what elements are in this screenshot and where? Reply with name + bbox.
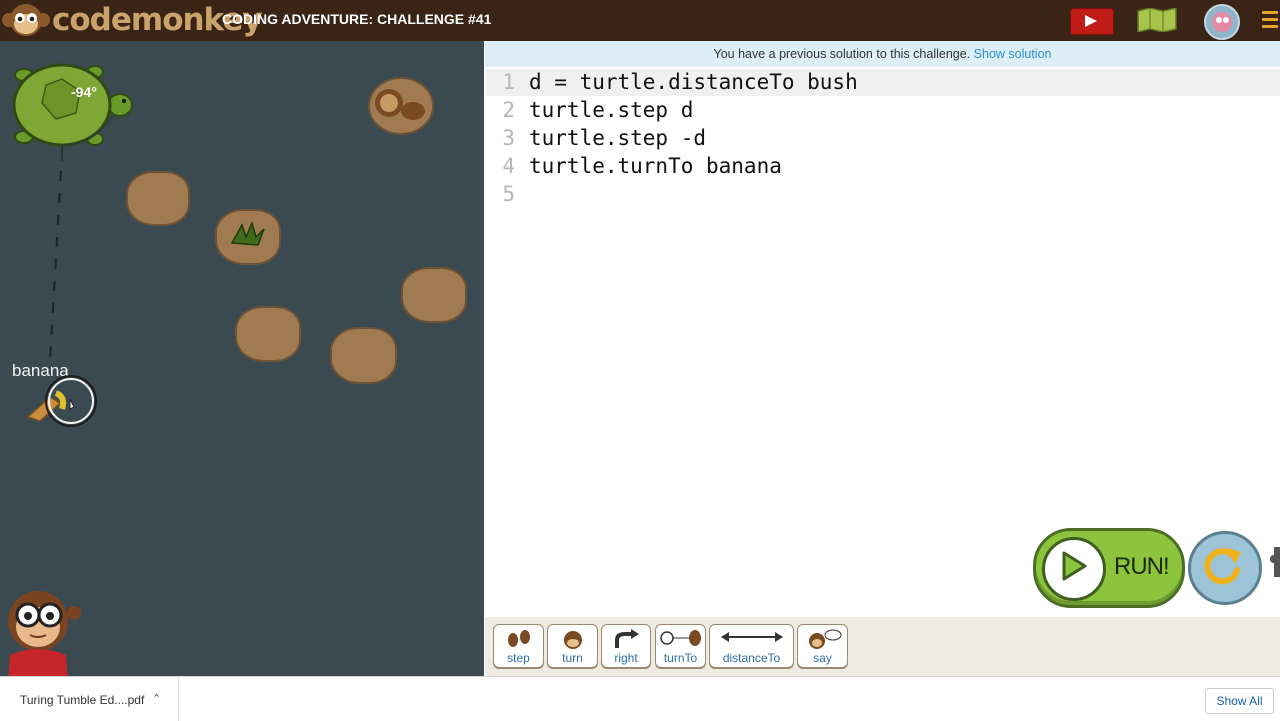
download-bar: Turing Tumble Ed....pdf ⌃ Show All [0, 676, 1280, 721]
line-number: 2 [502, 98, 515, 122]
rock [401, 267, 467, 323]
command-label: right [614, 651, 638, 665]
chevron-up-icon[interactable]: ⌃ [152, 692, 161, 705]
bush-icon [230, 220, 265, 246]
game-scene: -94° banana [0, 41, 484, 676]
command-label: say [813, 651, 832, 665]
line-number: 4 [502, 154, 515, 178]
turn-icon [563, 631, 582, 649]
command-label: turnTo [663, 651, 698, 665]
turnto-command[interactable]: turnTo [655, 624, 706, 668]
line-text[interactable]: turtle.step d [529, 96, 693, 124]
line-number: 3 [502, 126, 515, 150]
line-text[interactable]: turtle.step -d [529, 124, 706, 152]
user-avatar[interactable] [1204, 4, 1240, 40]
download-filename: Turing Tumble Ed....pdf [20, 693, 145, 707]
command-label: step [507, 651, 530, 665]
avatar-icon [1212, 12, 1232, 32]
reset-icon [1204, 548, 1241, 585]
top-bar: codemonkey CODING ADVENTURE: CHALLENGE #… [0, 0, 1280, 41]
rock [235, 306, 301, 362]
rock [126, 171, 190, 226]
path-line [49, 171, 62, 362]
run-button[interactable]: RUN! [1033, 528, 1185, 608]
map-icon [1137, 7, 1177, 33]
step-command[interactable]: step [493, 624, 544, 668]
line-text[interactable]: turtle.turnTo banana [529, 152, 782, 180]
menu-icon[interactable] [1262, 11, 1278, 32]
rock [330, 327, 397, 384]
distanceto-command[interactable]: distanceTo [709, 624, 794, 668]
banana-icon[interactable] [22, 375, 102, 427]
previous-solution-notice: You have a previous solution to this cha… [485, 41, 1280, 67]
map-button[interactable] [1137, 7, 1177, 36]
turtle-angle-label: -94° [71, 84, 97, 100]
command-label: turn [562, 651, 583, 665]
turtle-icon [12, 63, 133, 161]
line-text[interactable]: d = turtle.distanceTo bush [529, 68, 858, 96]
turn-command[interactable]: turn [547, 624, 598, 668]
command-label: distanceTo [722, 651, 781, 665]
monkey-icon [368, 77, 434, 135]
footsteps-icon [507, 630, 530, 647]
play-icon [1085, 15, 1097, 27]
line-number: 5 [502, 182, 515, 206]
right-arrow-icon [615, 629, 639, 648]
say-command[interactable]: say [797, 624, 848, 668]
monkey-logo-icon [2, 4, 50, 36]
download-item[interactable]: Turing Tumble Ed....pdf ⌃ [0, 677, 179, 721]
codemonkey-logo[interactable]: codemonkey [0, 0, 263, 41]
guide-monkey-icon [8, 591, 81, 676]
line-number: 1 [502, 70, 515, 94]
run-play-icon [1042, 537, 1106, 601]
video-button[interactable] [1070, 8, 1114, 35]
speech-icon [808, 629, 841, 649]
run-label: RUN! [1114, 553, 1170, 580]
distance-icon [720, 632, 783, 642]
show-all-button[interactable]: Show All [1205, 688, 1274, 714]
right-command[interactable]: right [601, 624, 651, 668]
challenge-title: CODING ADVENTURE: CHALLENGE #41 [222, 11, 492, 27]
show-solution-link[interactable]: Show solution [974, 47, 1052, 61]
puzzle-icon[interactable] [1268, 545, 1280, 579]
command-palette: step turn right turnTo distanceTo say [485, 617, 1280, 676]
turnto-icon [659, 630, 701, 646]
notice-text: You have a previous solution to this cha… [713, 47, 971, 61]
reset-button[interactable] [1188, 531, 1262, 605]
